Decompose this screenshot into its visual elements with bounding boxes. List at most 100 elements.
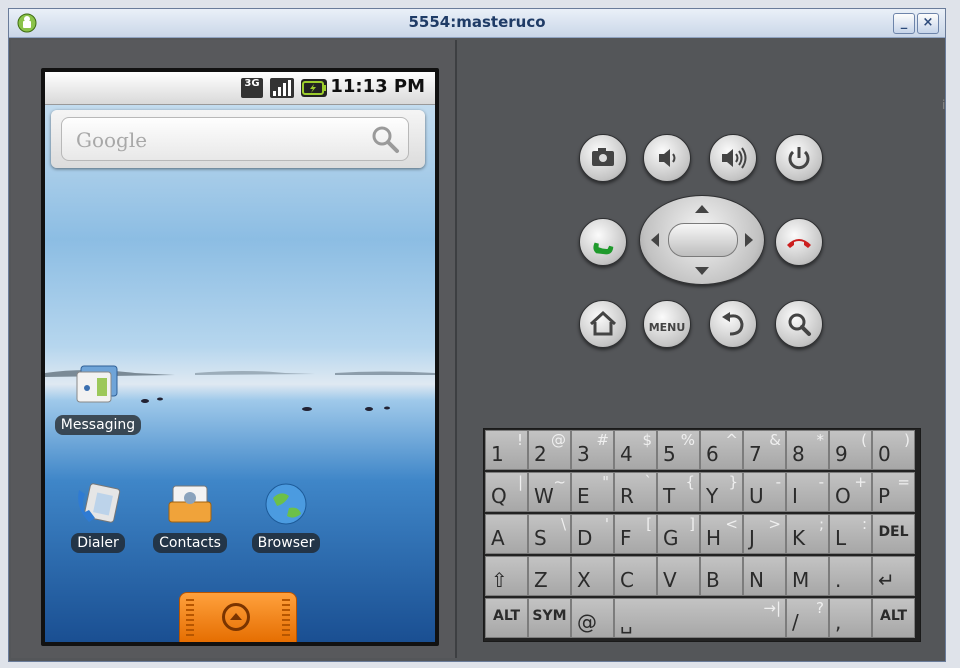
- key-label: 4: [620, 442, 633, 466]
- key-row1-8[interactable]: 9(: [829, 430, 872, 470]
- search-icon[interactable]: [370, 124, 400, 154]
- key-row3-2[interactable]: D ': [571, 514, 614, 554]
- close-button[interactable]: ×: [917, 13, 939, 34]
- app-drawer-tab[interactable]: [179, 592, 297, 642]
- key-row2-5[interactable]: Y}: [700, 472, 743, 512]
- key-alt-label: <: [725, 515, 738, 533]
- app-dialer[interactable]: Dialer: [53, 480, 143, 566]
- key-row4-0[interactable]: ⇧: [485, 556, 528, 596]
- key-row2-8[interactable]: O +: [829, 472, 872, 512]
- key-row5-3[interactable]: ␣ →|: [614, 598, 786, 638]
- key-label: ↵: [878, 568, 895, 592]
- key-row4-7[interactable]: M: [786, 556, 829, 596]
- key-row4-8[interactable]: .: [829, 556, 872, 596]
- key-label: ⇧: [491, 568, 508, 592]
- app-messaging[interactable]: Messaging: [53, 362, 143, 448]
- key-row2-2[interactable]: E ": [571, 472, 614, 512]
- key-row1-1[interactable]: 2 @: [528, 430, 571, 470]
- key-row5-4[interactable]: /?: [786, 598, 829, 638]
- key-alt-label: -: [775, 473, 781, 491]
- key-label: 9: [835, 442, 848, 466]
- dpad-down-icon[interactable]: [694, 266, 710, 276]
- key-row3-3[interactable]: F[: [614, 514, 657, 554]
- key-label: 0: [878, 442, 891, 466]
- key-alt-label: =: [897, 473, 910, 491]
- volume-up-button[interactable]: [709, 134, 757, 182]
- home-button[interactable]: [579, 300, 627, 348]
- key-label: SYM: [532, 608, 567, 624]
- power-icon: [788, 147, 810, 170]
- key-row2-0[interactable]: Q |: [485, 472, 528, 512]
- key-alt-label: +: [854, 473, 867, 491]
- dpad-right-icon[interactable]: [744, 232, 754, 248]
- key-row4-3[interactable]: C: [614, 556, 657, 596]
- key-alt-label: >: [768, 515, 781, 533]
- key-row4-2[interactable]: X: [571, 556, 614, 596]
- power-button[interactable]: [775, 134, 823, 182]
- key-row3-5[interactable]: H <: [700, 514, 743, 554]
- key-row3-8[interactable]: L:: [829, 514, 872, 554]
- key-row3-4[interactable]: G]: [657, 514, 700, 554]
- back-button[interactable]: [709, 300, 757, 348]
- key-row1-3[interactable]: 4 $: [614, 430, 657, 470]
- app-contacts[interactable]: Contacts: [145, 480, 235, 566]
- volume-down-button[interactable]: [643, 134, 691, 182]
- dpad-up-icon[interactable]: [694, 204, 710, 214]
- key-alt-label: #: [596, 431, 609, 449]
- key-label: Q: [491, 484, 507, 508]
- search-button[interactable]: [775, 300, 823, 348]
- key-row5-2[interactable]: @: [571, 598, 614, 638]
- key-alt-label: (: [861, 431, 867, 449]
- key-row5-1[interactable]: SYM: [528, 598, 571, 638]
- key-row1-7[interactable]: 8 *: [786, 430, 829, 470]
- key-row1-6[interactable]: 7 &: [743, 430, 786, 470]
- key-row1-5[interactable]: 6 ^: [700, 430, 743, 470]
- app-browser[interactable]: Browser: [241, 480, 331, 566]
- key-row4-5[interactable]: B: [700, 556, 743, 596]
- key-row5-6[interactable]: ALT: [872, 598, 915, 638]
- key-label: T: [663, 484, 676, 508]
- search-placeholder: Google: [76, 128, 148, 152]
- browser-globe-icon: [265, 483, 307, 525]
- key-row3-6[interactable]: J >: [743, 514, 786, 554]
- key-row2-4[interactable]: T{: [657, 472, 700, 512]
- dpad-left-icon[interactable]: [650, 232, 660, 248]
- search-input[interactable]: Google: [61, 117, 409, 161]
- key-alt-label: ~: [553, 473, 566, 491]
- key-label: 1: [491, 442, 504, 466]
- key-label: ,: [835, 610, 842, 634]
- window-title: 5554:masteruco: [408, 13, 546, 31]
- call-green-icon: [593, 242, 614, 255]
- google-search-widget[interactable]: Google: [51, 110, 425, 168]
- key-row3-0[interactable]: A: [485, 514, 528, 554]
- key-row3-7[interactable]: K;: [786, 514, 829, 554]
- device-screen[interactable]: 3G 11:13 PM Google Messaging Dialer Cont…: [41, 68, 439, 646]
- key-row5-0[interactable]: ALT: [485, 598, 528, 638]
- key-row4-6[interactable]: N: [743, 556, 786, 596]
- key-row4-9[interactable]: ↵: [872, 556, 915, 596]
- key-row2-7[interactable]: I-: [786, 472, 829, 512]
- key-row4-1[interactable]: Z: [528, 556, 571, 596]
- key-row1-4[interactable]: 5%: [657, 430, 700, 470]
- key-label: U: [749, 484, 764, 508]
- key-row1-9[interactable]: 0): [872, 430, 915, 470]
- key-alt-label: *: [816, 431, 825, 449]
- end-call-button[interactable]: [775, 218, 823, 266]
- emulator-body: 3G 11:13 PM Google Messaging Dialer Cont…: [9, 38, 945, 661]
- key-row1-0[interactable]: 1!: [485, 430, 528, 470]
- key-row2-1[interactable]: W ~: [528, 472, 571, 512]
- key-row5-5[interactable]: ,: [829, 598, 872, 638]
- key-row4-4[interactable]: V: [657, 556, 700, 596]
- camera-button[interactable]: [579, 134, 627, 182]
- minimize-button[interactable]: _: [893, 13, 915, 34]
- key-row2-6[interactable]: U-: [743, 472, 786, 512]
- key-row2-3[interactable]: R `: [614, 472, 657, 512]
- call-button[interactable]: [579, 218, 627, 266]
- key-row3-1[interactable]: S \: [528, 514, 571, 554]
- menu-button[interactable]: MENU: [643, 300, 691, 348]
- dpad[interactable]: [639, 195, 765, 285]
- dpad-center-button[interactable]: [668, 223, 738, 257]
- key-row2-9[interactable]: P =: [872, 472, 915, 512]
- key-row3-9[interactable]: DEL: [872, 514, 915, 554]
- key-row1-2[interactable]: 3 #: [571, 430, 614, 470]
